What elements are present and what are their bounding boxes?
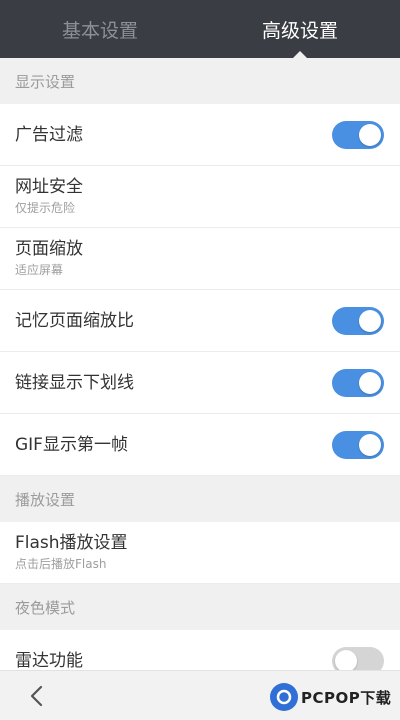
setting-row-page-zoom[interactable]: 页面缩放 适应屏幕 [0, 228, 400, 290]
gif-first-frame-title: GIF显示第一帧 [15, 434, 128, 455]
watermark-logo: PCPOP下载 [270, 677, 394, 717]
setting-row-ad-filter[interactable]: 广告过滤 [0, 104, 400, 166]
logo-mark-icon [270, 683, 298, 711]
section-header-playback: 播放设置 [0, 476, 400, 522]
remember-zoom-toggle[interactable] [332, 306, 384, 335]
link-underline-title: 链接显示下划线 [15, 372, 134, 393]
tab-advanced-settings-label: 高级设置 [261, 19, 338, 42]
gif-first-frame-toggle[interactable] [332, 430, 384, 459]
ad-filter-title: 广告过滤 [15, 124, 83, 145]
tab-advanced-settings[interactable]: 高级设置 [200, 0, 400, 58]
url-security-subtitle: 仅提示危险 [15, 201, 76, 215]
back-button[interactable] [22, 681, 52, 711]
section-header-display: 显示设置 [0, 58, 400, 104]
bottom-navigation-bar: PCPOP下载 [0, 670, 400, 720]
settings-tabbar: 基本设置 高级设置 [0, 0, 400, 58]
tab-basic-settings-label: 基本设置 [61, 19, 138, 42]
chevron-left-icon [30, 685, 43, 707]
section-header-night-mode-label: 夜色模式 [15, 598, 76, 617]
setting-row-link-underline[interactable]: 链接显示下划线 [0, 352, 400, 414]
toggle-knob [359, 371, 381, 394]
flash-subtitle: 点击后播放Flash [15, 557, 107, 571]
setting-row-remember-zoom[interactable]: 记忆页面缩放比 [0, 290, 400, 352]
logo-text: PCPOP下载 [301, 688, 392, 707]
toggle-knob [359, 309, 381, 332]
radar-title: 雷达功能 [15, 650, 83, 671]
ad-filter-toggle[interactable] [332, 120, 384, 149]
setting-row-url-security[interactable]: 网址安全 仅提示危险 [0, 166, 400, 228]
section-header-playback-label: 播放设置 [15, 490, 76, 509]
setting-row-gif-first-frame[interactable]: GIF显示第一帧 [0, 414, 400, 476]
link-underline-toggle[interactable] [332, 368, 384, 397]
remember-zoom-title: 记忆页面缩放比 [15, 310, 134, 331]
page-zoom-title: 页面缩放 [15, 239, 83, 259]
settings-list[interactable]: 显示设置 广告过滤 网址安全 仅提示危险 页面缩放 适应屏幕 记忆页面缩放比 链… [0, 58, 400, 670]
section-header-night-mode: 夜色模式 [0, 584, 400, 630]
radar-toggle[interactable] [332, 646, 384, 670]
flash-title: Flash播放设置 [15, 533, 128, 553]
page-zoom-subtitle: 适应屏幕 [15, 263, 64, 277]
tab-basic-settings[interactable]: 基本设置 [0, 0, 200, 58]
url-security-title: 网址安全 [15, 177, 83, 197]
toggle-knob [359, 123, 381, 146]
toggle-knob [359, 433, 381, 456]
setting-row-radar[interactable]: 雷达功能 [0, 630, 400, 670]
setting-row-flash[interactable]: Flash播放设置 点击后播放Flash [0, 522, 400, 584]
toggle-knob [335, 649, 357, 670]
section-header-display-label: 显示设置 [15, 72, 76, 91]
